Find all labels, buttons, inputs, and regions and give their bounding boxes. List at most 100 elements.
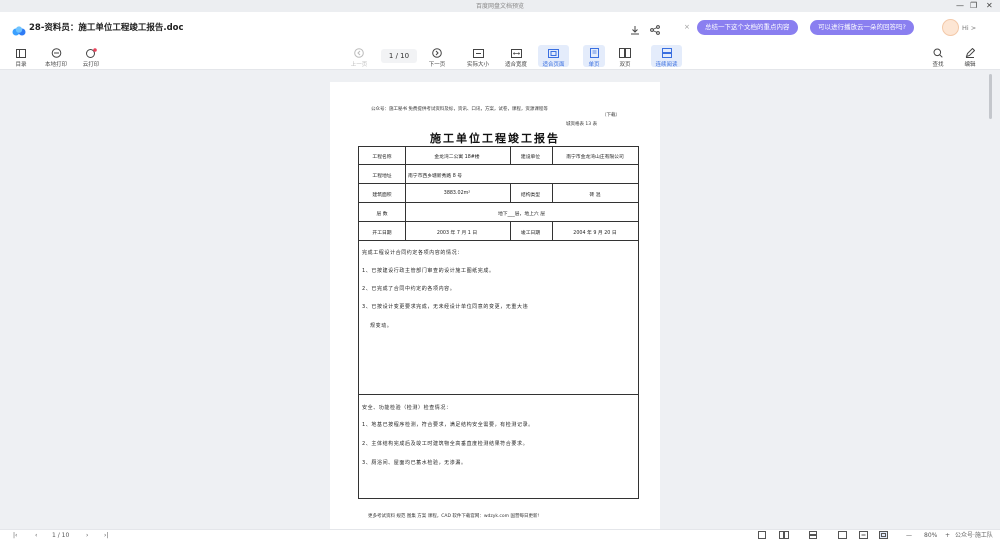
cell-value: 南宁市西乡塘新秀路 8 号 xyxy=(408,174,463,179)
actual-size-view-icon[interactable] xyxy=(859,531,868,541)
cloud-print-button[interactable]: 云打印 xyxy=(79,45,103,68)
cell-label: 工程名称 xyxy=(372,155,392,160)
section1-line: 2、已完成了合同中约定的各项内容。 xyxy=(362,286,456,292)
assistant-avatar-icon[interactable] xyxy=(942,19,959,36)
header-note: 公众号：施工秘书 免费提供考试资料及标，资讯、口讯，方案，试卷，课程，资源课程等 xyxy=(371,107,548,112)
fit-page-icon xyxy=(538,45,569,58)
scrollbar-thumb[interactable] xyxy=(989,74,992,119)
search-icon xyxy=(928,45,948,58)
fit-page-label: 适合页面 xyxy=(542,62,565,68)
edit-button[interactable]: 编辑 xyxy=(960,45,980,68)
cell-value: 金龙湾二公寓 18#楼 xyxy=(434,155,480,160)
cell-label: 建设单位 xyxy=(520,155,541,160)
fit-width-label: 适合宽度 xyxy=(504,62,527,68)
zoom-level[interactable]: 80% xyxy=(924,531,937,540)
assistant-label[interactable]: Hi > xyxy=(962,24,976,32)
local-print-button[interactable]: 本地打印 xyxy=(41,45,71,68)
cell-label: 结构类型 xyxy=(520,193,541,198)
fit-page-button[interactable]: 适合页面 xyxy=(538,45,569,68)
cell-label: 开工日期 xyxy=(372,231,392,236)
search-button[interactable]: 查找 xyxy=(928,45,948,68)
fit-page-view-icon[interactable] xyxy=(879,531,888,541)
window-title-bar: 百度网盘文档预览 — ❐ ✕ xyxy=(0,0,1000,12)
cell-label: 竣工日期 xyxy=(520,231,541,236)
toc-label: 目录 xyxy=(15,62,27,68)
fit-width-button[interactable]: 适合宽度 xyxy=(501,45,531,68)
cell-value: 2004 年 9 月 20 日 xyxy=(573,231,617,236)
actual-size-label: 实际大小 xyxy=(466,62,489,68)
status-bar: |‹ ‹ 1 / 10 › ›| — 80% + 公众号·施工队 xyxy=(0,529,1000,541)
section2-line: 2、主体结构完成后及竣工时建筑物全高垂直度检测结果符合要求。 xyxy=(362,441,529,447)
minimize-button[interactable]: — xyxy=(956,1,964,10)
printer-icon xyxy=(41,45,71,58)
status-page-indicator[interactable]: 1 / 10 xyxy=(52,531,69,540)
first-page-icon[interactable]: |‹ xyxy=(13,531,17,540)
form-number: 城资格表 13 表 xyxy=(566,122,598,127)
cell-value: 2003 年 7 月 1 日 xyxy=(436,231,478,236)
scrollbar[interactable] xyxy=(988,72,993,527)
search-label: 查找 xyxy=(932,62,944,68)
continuous-view-icon[interactable] xyxy=(809,531,817,541)
section2-line: 安全、功能检验（检测）检查情况： xyxy=(362,405,452,411)
section1-line: 规变动。 xyxy=(370,323,393,329)
double-page-label: 双页 xyxy=(619,62,631,68)
section1-line: 3、已按设计变更要求完成，无未经设计单位同意的变更，无重大违 xyxy=(362,304,529,310)
fit-width-icon xyxy=(501,45,531,58)
prev-page-label: 上一页 xyxy=(350,62,368,68)
cell-value: 地下___层，地上六 层 xyxy=(497,212,546,217)
next-page-label: 下一页 xyxy=(428,62,446,68)
prev-page-icon[interactable]: ‹ xyxy=(35,531,37,540)
zoom-out-button[interactable]: — xyxy=(906,531,912,540)
document-heading: 施工单位工程竣工报告 xyxy=(430,132,560,145)
cloud-print-label: 云打印 xyxy=(82,62,100,68)
single-page-icon xyxy=(583,45,605,58)
section1-line: 完成工程设计合同约定各项内容的情况： xyxy=(362,250,463,256)
local-print-label: 本地打印 xyxy=(44,62,67,68)
cell-label: 建筑面积 xyxy=(372,193,392,198)
cell-value: 南宁市金龙湾山庄有限公司 xyxy=(566,155,624,160)
document-title: 28-资料员：施工单位工程竣工报告.doc xyxy=(29,23,184,33)
fit-width-view-icon[interactable] xyxy=(838,531,847,541)
window-title: 百度网盘文档预览 xyxy=(475,3,524,10)
next-page-icon[interactable]: › xyxy=(86,531,88,540)
cell-value: 3883.02m² xyxy=(443,191,471,196)
suggestion-chip[interactable]: 总结一下这个文档的重点内容 xyxy=(697,20,798,35)
document-header: 28-资料员：施工单位工程竣工报告.doc × 总结一下这个文档的重点内容 可以… xyxy=(0,12,1000,42)
actual-size-button[interactable]: 实际大小 xyxy=(463,45,493,68)
close-window-button[interactable]: ✕ xyxy=(986,1,993,10)
double-view-icon[interactable] xyxy=(779,531,789,541)
toc-icon xyxy=(10,45,32,58)
close-suggestions-icon[interactable]: × xyxy=(684,23,690,31)
toc-button[interactable]: 目录 xyxy=(10,45,32,68)
single-page-label: 单页 xyxy=(588,62,600,68)
last-page-icon[interactable]: ›| xyxy=(104,531,108,540)
header-note-2: （下载） xyxy=(602,113,620,118)
cloud-print-icon xyxy=(79,45,103,58)
edit-icon xyxy=(960,45,980,58)
cell-label: 层 数 xyxy=(376,212,388,217)
section2-line: 3、厕浴间、屋面均已蓄水检验，无渗漏。 xyxy=(362,460,467,466)
section2-line: 1、地基已按程序检测，符合要求，满足结构安全需要，有检测记录。 xyxy=(362,422,534,428)
share-icon[interactable] xyxy=(650,20,660,39)
continuous-label: 连续阅读 xyxy=(655,62,678,68)
baidu-netdisk-logo-icon xyxy=(12,21,26,40)
prev-page-button[interactable]: 上一页 xyxy=(347,45,371,68)
suggestion-chip[interactable]: 可以进行播放云一朵的回答吗? xyxy=(810,20,914,35)
cell-value: 砖 混 xyxy=(589,193,601,198)
restore-button[interactable]: ❐ xyxy=(970,1,977,10)
edit-label: 编辑 xyxy=(964,62,976,68)
chevron-right-icon xyxy=(425,45,449,58)
continuous-button[interactable]: 连续阅读 xyxy=(651,45,682,68)
single-page-button[interactable]: 单页 xyxy=(583,45,605,68)
page-footer: 更多考试资料 规范 图集 方案 课程，CAD 软件下载官网：wdzyk.com … xyxy=(368,514,540,519)
single-view-icon[interactable] xyxy=(758,531,766,541)
next-page-button[interactable]: 下一页 xyxy=(425,45,449,68)
actual-size-icon xyxy=(463,45,493,58)
zoom-in-button[interactable]: + xyxy=(945,531,950,540)
page-indicator[interactable]: 1 / 10 xyxy=(381,49,417,63)
download-icon[interactable] xyxy=(630,20,640,39)
watermark: 公众号·施工队 xyxy=(955,532,993,539)
viewer-toolbar: 目录 本地打印 云打印 上一页 下一页 实际大小 适合宽度 适合页面 单页 双页… xyxy=(0,42,1000,70)
double-page-button[interactable]: 双页 xyxy=(614,45,636,68)
cell-label: 工程地址 xyxy=(372,174,392,179)
